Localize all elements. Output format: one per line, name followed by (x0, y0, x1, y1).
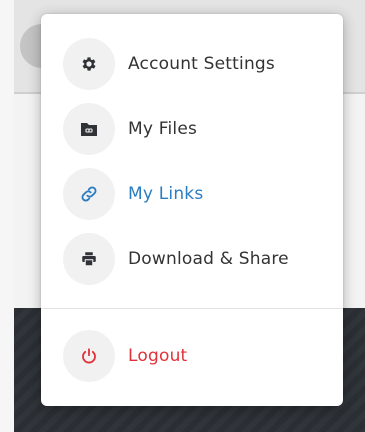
menu-divider (41, 308, 343, 309)
logout-label: Logout (128, 346, 188, 366)
menu-item-logout[interactable]: Logout (41, 324, 343, 388)
menu-item-account-settings[interactable]: Account Settings (41, 32, 343, 96)
account-dropdown-menu: Account Settings My Files My Links Downl… (41, 14, 343, 406)
gear-icon (63, 38, 115, 90)
menu-item-label: My Links (128, 184, 204, 204)
link-icon (63, 168, 115, 220)
menu-item-download-share[interactable]: Download & Share (41, 227, 343, 291)
menu-item-label: Account Settings (128, 54, 275, 74)
power-icon (63, 330, 115, 382)
menu-item-label: Download & Share (128, 249, 289, 269)
menu-item-my-files[interactable]: My Files (41, 97, 343, 161)
printer-icon (63, 233, 115, 285)
background-left-edge (0, 0, 14, 432)
menu-item-my-links[interactable]: My Links (41, 162, 343, 226)
menu-item-label: My Files (128, 119, 198, 139)
folder-icon (63, 103, 115, 155)
